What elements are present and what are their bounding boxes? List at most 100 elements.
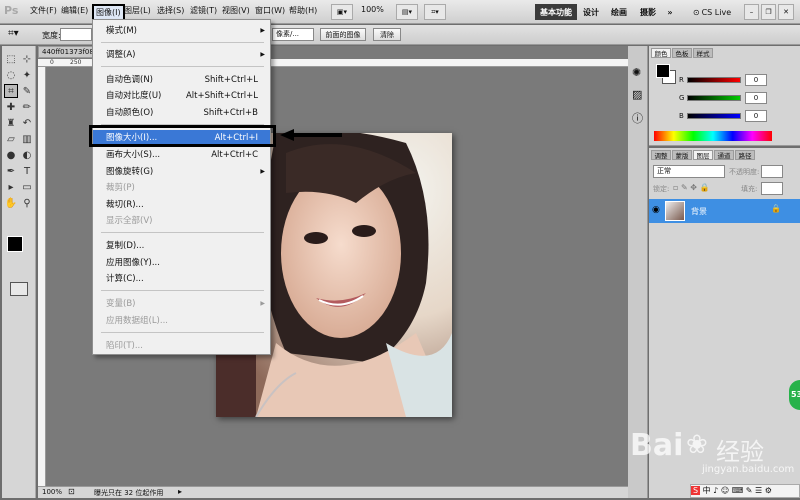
marquee-tool-icon[interactable]: ⬚ bbox=[4, 52, 18, 66]
width-label: 宽度: bbox=[42, 31, 61, 40]
restore-button[interactable]: ❐ bbox=[761, 4, 776, 20]
healing-brush-icon[interactable]: ✚ bbox=[4, 100, 18, 114]
type-tool-icon[interactable]: T bbox=[20, 164, 34, 178]
tab-layers[interactable]: 图层 bbox=[693, 150, 713, 160]
workspace-painting[interactable]: 绘画 bbox=[608, 4, 630, 20]
tab-color[interactable]: 颜色 bbox=[651, 48, 671, 58]
menu-file[interactable]: 文件(F) bbox=[30, 5, 57, 16]
crop-tool-icon[interactable]: ⌗ bbox=[4, 84, 18, 98]
workspace-design[interactable]: 设计 bbox=[580, 4, 602, 20]
adjustments-panel-icon[interactable]: ▨ bbox=[632, 88, 642, 101]
green-slider[interactable] bbox=[687, 95, 741, 101]
blur-tool-icon[interactable]: ● bbox=[4, 148, 18, 162]
lock-icons[interactable]: ▫ ✎ ✥ 🔒 bbox=[673, 183, 709, 192]
quick-mask-icon[interactable] bbox=[10, 282, 28, 296]
crop-tool-preset-icon[interactable]: ⌗▾ bbox=[8, 28, 30, 42]
menu-item-calculations[interactable]: 计算(C)... bbox=[93, 271, 270, 287]
menu-item-label: 复制(D)... bbox=[106, 241, 145, 251]
menu-item-label: 模式(M) bbox=[106, 26, 137, 36]
opacity-input[interactable] bbox=[761, 165, 783, 178]
panel-foreground-swatch[interactable] bbox=[656, 64, 670, 78]
clear-button[interactable]: 清除 bbox=[373, 28, 401, 41]
ime-toolbar[interactable]: S 中 ♪ ☺ ⌨ ✎ ☰ ⚙ bbox=[690, 484, 800, 498]
cs-live-label: CS Live bbox=[701, 7, 732, 17]
path-select-icon[interactable]: ▸ bbox=[4, 180, 18, 194]
workspace-essentials[interactable]: 基本功能 bbox=[535, 4, 577, 20]
color-spectrum-bar[interactable] bbox=[654, 131, 772, 141]
cs-live-button[interactable]: ⊙ CS Live bbox=[688, 4, 736, 20]
tab-paths[interactable]: 路径 bbox=[735, 150, 755, 160]
workspace-photography[interactable]: 摄影 bbox=[637, 4, 659, 20]
color-panel-icon[interactable]: ✺ bbox=[632, 66, 641, 79]
move-tool-icon[interactable]: ⊹ bbox=[20, 52, 34, 66]
menu-item-crop: 裁剪(P) bbox=[93, 180, 270, 196]
menu-item-adjustments[interactable]: 调整(A) ▶ bbox=[93, 47, 270, 63]
eyedropper-icon[interactable]: ✎ bbox=[20, 84, 34, 98]
menu-item-auto-contrast[interactable]: 自动对比度(U) Alt+Shift+Ctrl+L bbox=[93, 88, 270, 104]
tab-swatches[interactable]: 色板 bbox=[672, 48, 692, 58]
menu-item-trim[interactable]: 裁切(R)... bbox=[93, 197, 270, 213]
extras-icon[interactable]: ⌗▾ bbox=[424, 4, 446, 20]
tab-masks[interactable]: 蒙版 bbox=[672, 150, 692, 160]
menu-edit[interactable]: 编辑(E) bbox=[61, 5, 88, 16]
green-value-input[interactable]: 0 bbox=[745, 92, 767, 104]
workspace-more[interactable]: » bbox=[664, 4, 676, 20]
blend-mode-select[interactable]: 正常 bbox=[653, 165, 725, 178]
minimize-button[interactable]: – bbox=[744, 4, 759, 20]
clone-stamp-icon[interactable]: ♜ bbox=[4, 116, 18, 130]
tab-channels[interactable]: 通道 bbox=[714, 150, 734, 160]
shape-tool-icon[interactable]: ▭ bbox=[20, 180, 34, 194]
visibility-eye-icon[interactable]: ◉ bbox=[652, 205, 660, 215]
fill-input[interactable] bbox=[761, 182, 783, 195]
arrange-icon[interactable]: ▤▾ bbox=[396, 4, 418, 20]
menu-layer[interactable]: 图层(L) bbox=[124, 5, 151, 16]
menu-item-auto-color[interactable]: 自动颜色(O) Shift+Ctrl+B bbox=[93, 105, 270, 121]
hand-tool-icon[interactable]: ✋ bbox=[4, 196, 18, 210]
width-input[interactable] bbox=[60, 28, 92, 41]
history-brush-icon[interactable]: ↶ bbox=[20, 116, 34, 130]
zoom-tool-icon[interactable]: ⚲ bbox=[20, 196, 34, 210]
menu-help[interactable]: 帮助(H) bbox=[289, 5, 317, 16]
zoom-level[interactable]: 100% bbox=[361, 5, 384, 14]
menu-item-auto-tone[interactable]: 自动色调(N) Shift+Ctrl+L bbox=[93, 72, 270, 88]
app-logo: Ps bbox=[4, 4, 19, 17]
menu-item-mode[interactable]: 模式(M) ▶ bbox=[93, 23, 270, 39]
blue-value-input[interactable]: 0 bbox=[745, 110, 767, 122]
eraser-icon[interactable]: ▱ bbox=[4, 132, 18, 146]
menu-item-image-rotation[interactable]: 图像旋转(G) ▶ bbox=[93, 164, 270, 180]
tab-styles[interactable]: 样式 bbox=[693, 48, 713, 58]
menu-view[interactable]: 视图(V) bbox=[222, 5, 250, 16]
pen-tool-icon[interactable]: ✒ bbox=[4, 164, 18, 178]
menu-item-variables: 变量(B) ▶ bbox=[93, 296, 270, 312]
dodge-tool-icon[interactable]: ◐ bbox=[20, 148, 34, 162]
menu-window[interactable]: 窗口(W) bbox=[255, 5, 285, 16]
tab-adjustments[interactable]: 调整 bbox=[651, 150, 671, 160]
screen-mode-icon[interactable]: ▣▾ bbox=[331, 4, 353, 20]
lasso-tool-icon[interactable]: ◌ bbox=[4, 68, 18, 82]
status-menu-arrow-icon[interactable]: ▸ bbox=[178, 487, 182, 496]
status-info[interactable]: 曝光只在 32 位起作用 bbox=[94, 488, 163, 498]
close-button[interactable]: ✕ bbox=[778, 4, 794, 20]
menu-item-duplicate[interactable]: 复制(D)... bbox=[93, 238, 270, 254]
menu-item-label: 应用数据组(L)... bbox=[106, 316, 168, 326]
magic-wand-icon[interactable]: ✦ bbox=[20, 68, 34, 82]
menu-item-apply-image[interactable]: 应用图像(Y)... bbox=[93, 255, 270, 271]
red-slider[interactable] bbox=[687, 77, 741, 83]
info-panel-icon[interactable]: ⓘ bbox=[632, 110, 643, 126]
menu-select[interactable]: 选择(S) bbox=[157, 5, 184, 16]
menu-filter[interactable]: 滤镜(T) bbox=[190, 5, 217, 16]
watermark-url: jingyan.baidu.com bbox=[702, 464, 795, 475]
blue-slider[interactable] bbox=[687, 113, 741, 119]
layer-row-background[interactable]: ◉ 背景 🔒 bbox=[649, 199, 800, 223]
menu-item-canvas-size[interactable]: 画布大小(S)... Alt+Ctrl+C bbox=[93, 147, 270, 163]
gradient-tool-icon[interactable]: ▥ bbox=[20, 132, 34, 146]
foreground-color-swatch[interactable] bbox=[7, 236, 23, 252]
brush-tool-icon[interactable]: ✏ bbox=[20, 100, 34, 114]
red-value-input[interactable]: 0 bbox=[745, 74, 767, 86]
front-image-button[interactable]: 前面的图像 bbox=[320, 28, 366, 41]
status-zoom[interactable]: 100% bbox=[42, 488, 62, 496]
menu-item-label: 调整(A) bbox=[106, 50, 136, 60]
resolution-unit-select[interactable]: 像素/... bbox=[272, 28, 314, 41]
status-options-icon[interactable]: ⊡ bbox=[68, 487, 75, 496]
side-badge[interactable]: 53 bbox=[789, 380, 800, 410]
